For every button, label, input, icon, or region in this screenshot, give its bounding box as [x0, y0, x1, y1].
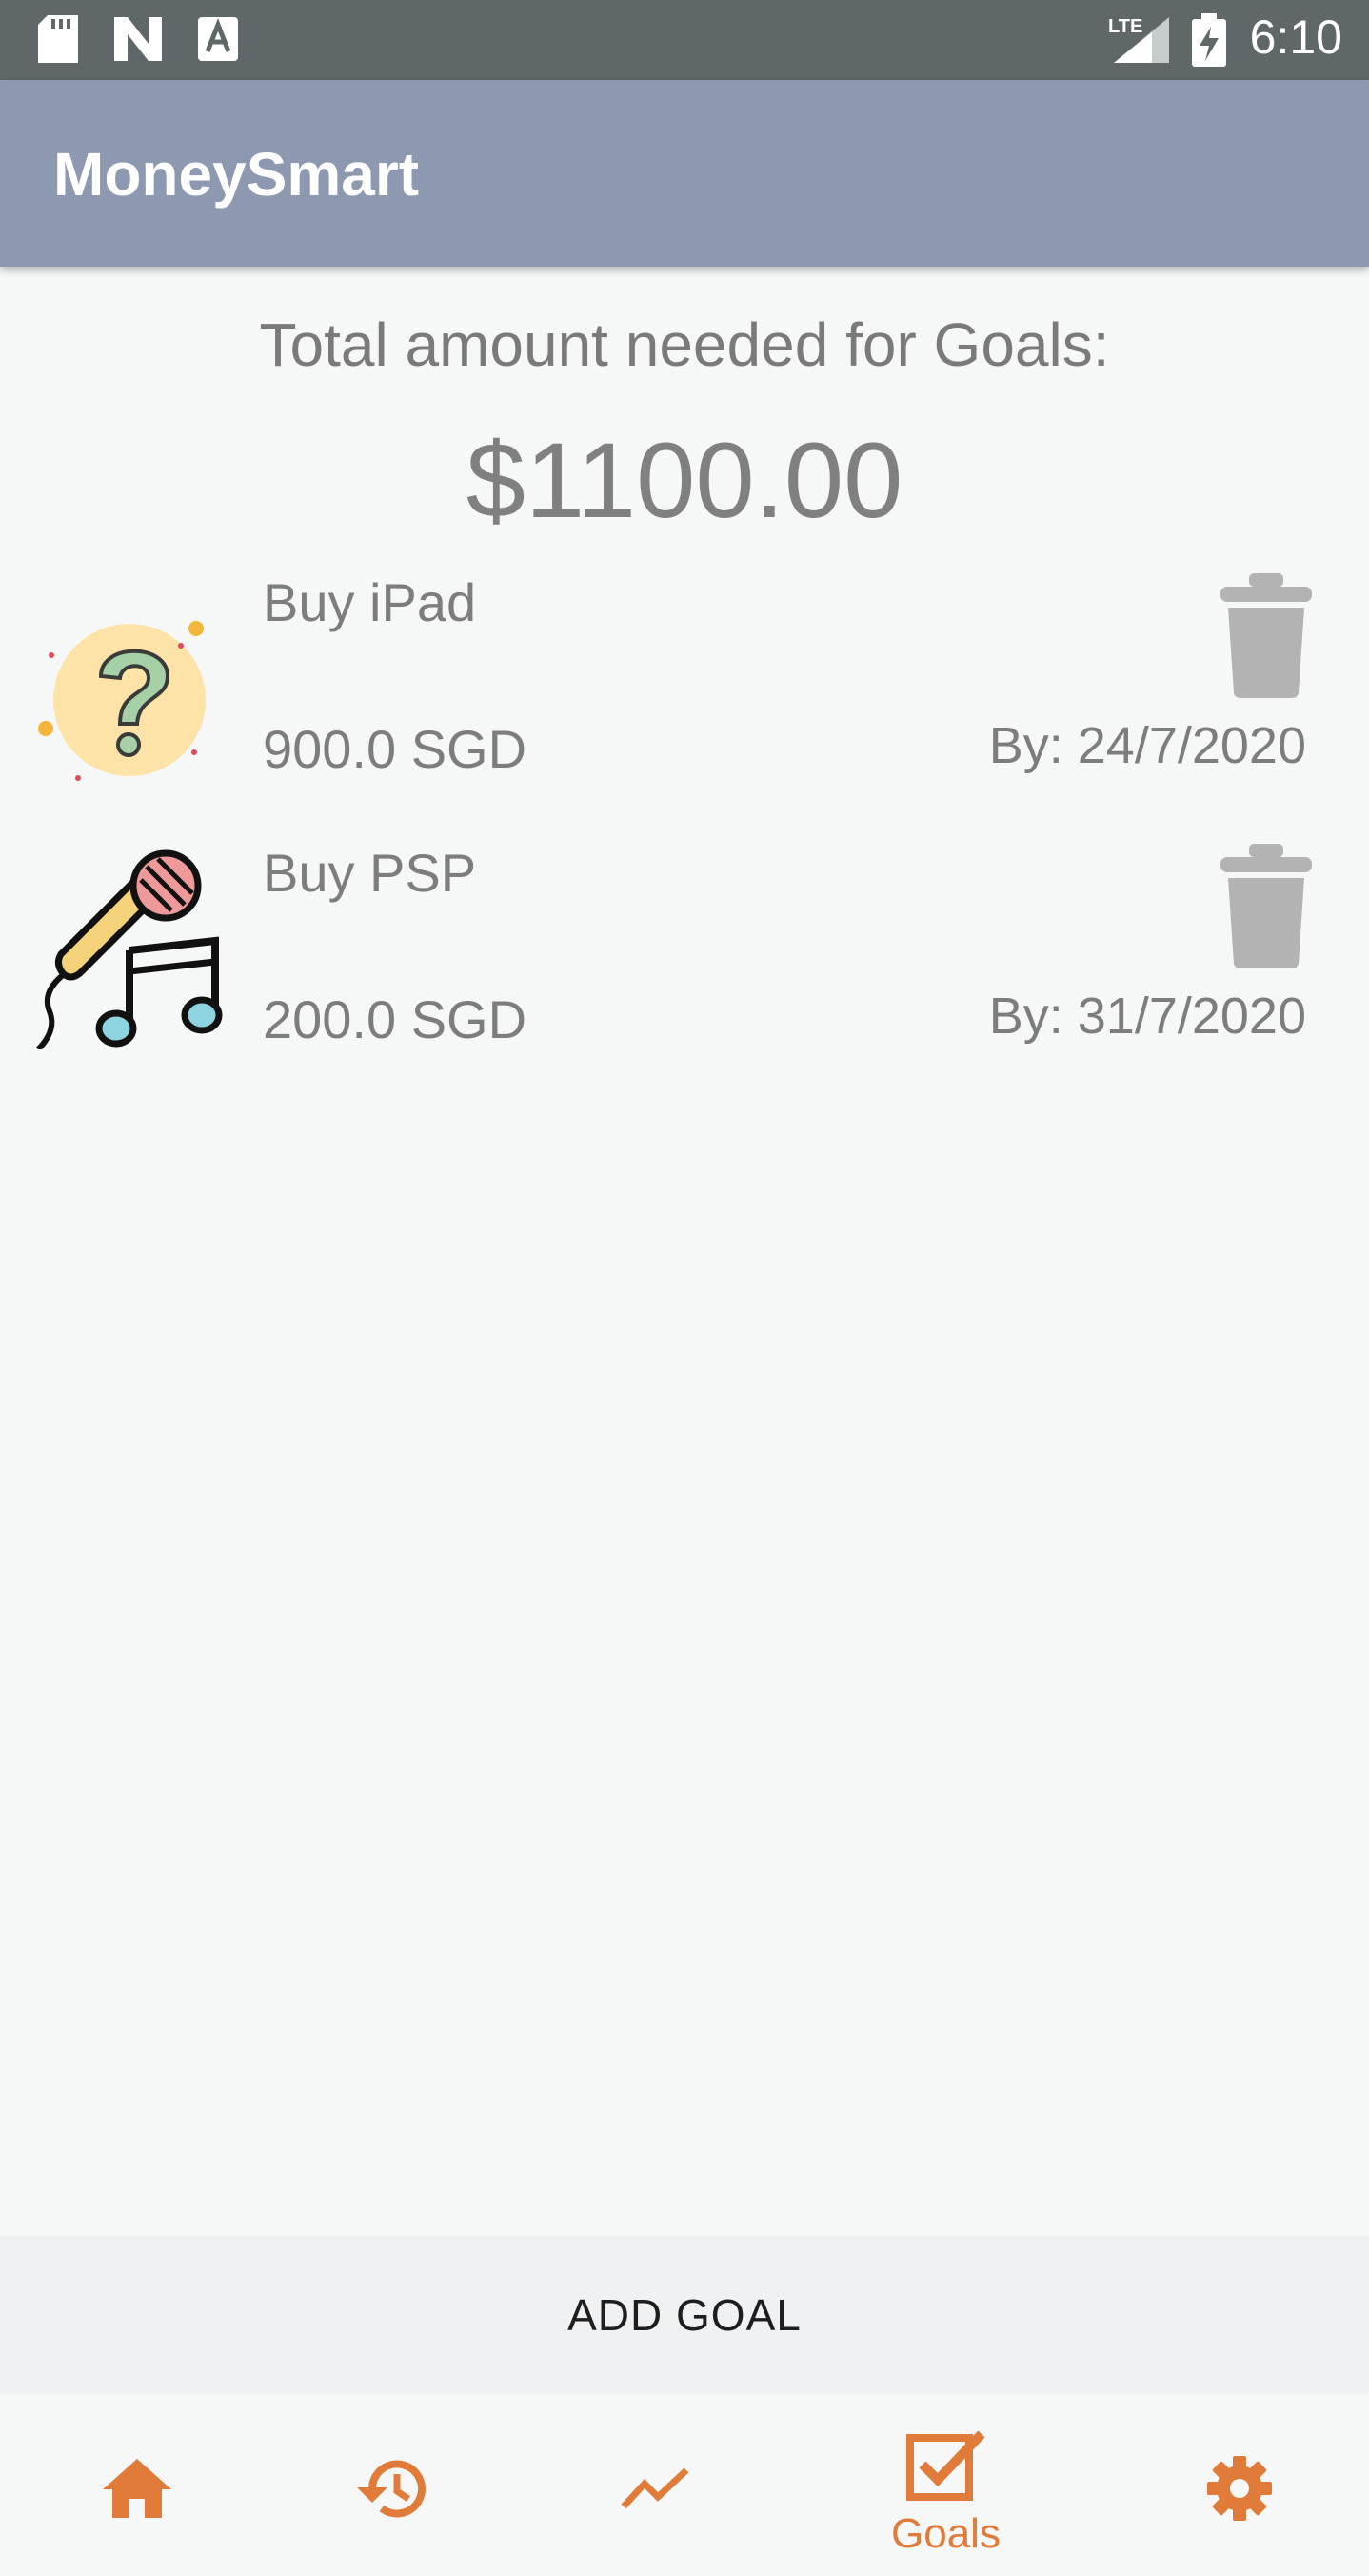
trash-icon	[1220, 844, 1312, 968]
goal-amount: 900.0 SGD	[263, 719, 527, 779]
svg-text:LTE: LTE	[1108, 16, 1142, 37]
nav-history[interactable]	[254, 2394, 527, 2576]
nav-settings[interactable]	[1102, 2394, 1369, 2576]
n-icon	[112, 15, 164, 68]
nav-trends[interactable]	[518, 2394, 791, 2576]
goal-item[interactable]: Buy PSP 200.0 SGD By: 31/7/2020	[0, 842, 1369, 1108]
total-amount-label: Total amount needed for Goals:	[259, 310, 1110, 379]
goal-item[interactable]: Buy iPad 900.0 SGD By: 24/7/2020	[0, 571, 1369, 838]
delete-goal-button[interactable]	[1217, 571, 1316, 699]
battery-charging-icon	[1192, 13, 1226, 71]
goals-check-icon	[905, 2430, 985, 2501]
add-goal-button[interactable]: ADD GOAL	[0, 2236, 1369, 2394]
sd-card-icon	[38, 15, 78, 68]
nav-goals[interactable]: Goals	[809, 2394, 1082, 2576]
microphone-music-icon	[34, 849, 234, 1052]
status-bar: LTE 6:10	[0, 0, 1369, 80]
goal-date: By: 24/7/2020	[988, 717, 1306, 774]
status-time: 6:10	[1249, 10, 1342, 64]
bottom-navigation: Goals	[0, 2394, 1369, 2576]
a-icon	[196, 15, 240, 68]
trending-icon	[620, 2467, 688, 2509]
home-icon	[102, 2459, 171, 2518]
app-bar: MoneySmart	[0, 80, 1369, 267]
goal-amount: 200.0 SGD	[263, 989, 527, 1049]
delete-goal-button[interactable]	[1217, 842, 1316, 969]
trash-icon	[1220, 573, 1312, 698]
goal-date: By: 31/7/2020	[988, 988, 1306, 1045]
app-title: MoneySmart	[53, 140, 420, 209]
nav-home[interactable]	[0, 2394, 273, 2576]
total-amount-value: $1100.00	[466, 421, 903, 540]
goal-title: Buy iPad	[263, 572, 477, 632]
settings-icon	[1206, 2456, 1272, 2521]
history-icon	[356, 2460, 426, 2518]
signal-icon: LTE	[1104, 13, 1171, 70]
nav-goals-label: Goals	[891, 2510, 1001, 2557]
goal-title: Buy PSP	[263, 843, 477, 903]
question-mark-icon	[34, 590, 225, 781]
